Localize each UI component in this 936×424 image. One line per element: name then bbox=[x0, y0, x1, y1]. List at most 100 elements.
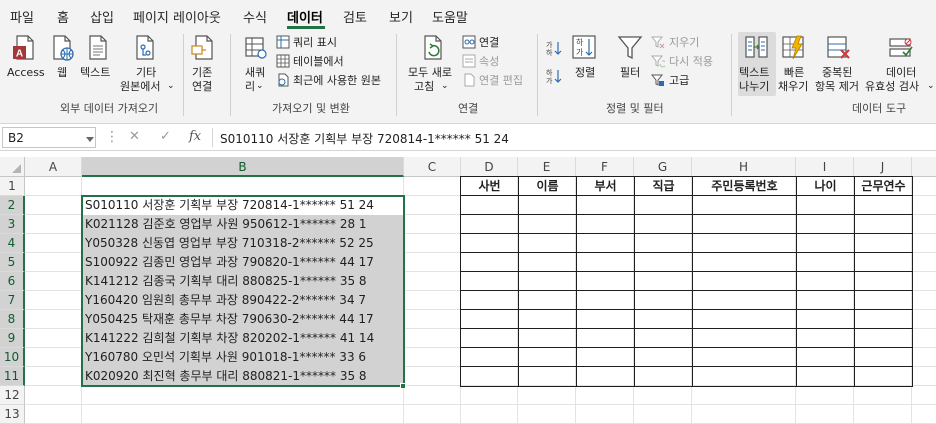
column-header-i[interactable]: I bbox=[796, 157, 854, 177]
cell-f1-header[interactable]: 부서 bbox=[577, 177, 634, 196]
row-header-11[interactable]: 11 bbox=[0, 367, 25, 386]
cell-b9[interactable]: K141222 김희철 기획부 차장 820202-1****** 41 14 bbox=[85, 329, 403, 348]
text-to-columns-label-2[interactable]: 나누기 bbox=[739, 80, 769, 93]
chevron-down-icon[interactable]: ⌄ bbox=[256, 80, 264, 93]
row-header-6[interactable]: 6 bbox=[0, 272, 25, 291]
other-sources-label-1[interactable]: 기타 bbox=[136, 66, 156, 79]
remove-duplicates-label-2[interactable]: 항목 제거 bbox=[815, 80, 859, 93]
text-to-columns-label-1[interactable]: 텍스트 bbox=[739, 66, 769, 79]
other-sources-label-2[interactable]: 원본에서 bbox=[120, 80, 160, 93]
cell-b3[interactable]: K021128 김준호 영업부 사원 950612-1****** 28 1 bbox=[85, 215, 403, 234]
row-header-1[interactable]: 1 bbox=[0, 177, 25, 196]
from-table-button[interactable]: 테이블에서 bbox=[293, 55, 344, 68]
row-header-5[interactable]: 5 bbox=[0, 253, 25, 272]
tab-view[interactable]: 보기 bbox=[389, 7, 413, 26]
svg-text:하: 하 bbox=[546, 68, 553, 77]
cell-b6[interactable]: K141212 김종국 기획부 대리 880825-1****** 35 8 bbox=[85, 272, 403, 291]
tab-help[interactable]: 도움말 bbox=[432, 7, 468, 26]
column-header-f[interactable]: F bbox=[576, 157, 634, 177]
cell-b11[interactable]: K020920 최진혁 총무부 대리 880821-1****** 35 8 bbox=[85, 367, 403, 386]
tab-page-layout[interactable]: 페이지 레이아웃 bbox=[133, 7, 221, 26]
name-box[interactable]: B2 bbox=[2, 127, 96, 148]
new-query-label-1[interactable]: 새쿼 bbox=[245, 66, 265, 79]
remove-duplicates-label-1[interactable]: 중복된 bbox=[822, 66, 852, 79]
cell-d1-header[interactable]: 사번 bbox=[461, 177, 518, 196]
tab-data[interactable]: 데이터 bbox=[287, 7, 323, 26]
filter-button[interactable]: 필터 bbox=[620, 66, 640, 79]
filter-icon bbox=[617, 36, 643, 60]
reapply-button: 다시 적용 bbox=[669, 55, 713, 68]
cell-b8[interactable]: Y050425 탁재훈 총무부 차장 790630-2****** 44 17 bbox=[85, 310, 403, 329]
column-header-e[interactable]: E bbox=[518, 157, 576, 177]
cell-b10[interactable]: Y160780 오민석 기획부 사원 901018-1****** 33 6 bbox=[85, 348, 403, 367]
cell-b7[interactable]: Y160420 임원희 총무부 과장 890422-2****** 34 7 bbox=[85, 291, 403, 310]
existing-connections-label-2[interactable]: 연결 bbox=[192, 80, 212, 93]
cell-b2[interactable]: S010110 서장훈 기획부 부장 720814-1****** 51 24 bbox=[85, 196, 403, 215]
recent-sources-icon bbox=[278, 73, 289, 87]
show-queries-button[interactable]: 쿼리 표시 bbox=[293, 36, 337, 49]
svg-text:가: 가 bbox=[546, 76, 553, 84]
column-header-h[interactable]: H bbox=[692, 157, 796, 177]
clear-filter-icon bbox=[651, 36, 665, 49]
column-header-g[interactable]: G bbox=[634, 157, 692, 177]
select-all-corner[interactable] bbox=[0, 157, 25, 177]
row-header-4[interactable]: 4 bbox=[0, 234, 25, 253]
tab-insert[interactable]: 삽입 bbox=[90, 7, 114, 26]
cell-b4[interactable]: Y050328 신동엽 영업부 부장 710318-2****** 52 25 bbox=[85, 234, 403, 253]
row-header-12[interactable]: 12 bbox=[0, 386, 25, 405]
chevron-down-icon[interactable]: ⌄ bbox=[927, 80, 935, 93]
refresh-all-label-1[interactable]: 모두 새로 bbox=[408, 66, 452, 79]
formula-input[interactable]: S010110 서장훈 기획부 부장 720814-1****** 51 24 bbox=[220, 130, 509, 147]
row-header-7[interactable]: 7 bbox=[0, 291, 25, 310]
advanced-button[interactable]: 고급 bbox=[669, 74, 689, 87]
row-header-10[interactable]: 10 bbox=[0, 348, 25, 367]
row-header-3[interactable]: 3 bbox=[0, 215, 25, 234]
column-header-d[interactable]: D bbox=[461, 157, 518, 177]
tab-file[interactable]: 파일 bbox=[10, 7, 34, 26]
column-header-c[interactable]: C bbox=[404, 157, 461, 177]
recent-sources-button[interactable]: 최근에 사용한 원본 bbox=[293, 74, 381, 87]
ribbon: A Access 웹 텍스트 기타 원본에서 ⌄ 기존 연결 외부 데이터 가져… bbox=[0, 30, 936, 124]
cell-i1-header[interactable]: 나이 bbox=[797, 177, 854, 196]
access-button-label[interactable]: Access bbox=[7, 66, 45, 79]
clear-button: 지우기 bbox=[669, 36, 700, 49]
chevron-down-icon[interactable]: ⌄ bbox=[167, 80, 175, 93]
column-header-a[interactable]: A bbox=[25, 157, 82, 177]
column-header-j[interactable]: J bbox=[854, 157, 912, 177]
chevron-down-icon[interactable] bbox=[86, 137, 94, 142]
row-header-8[interactable]: 8 bbox=[0, 310, 25, 329]
column-header-b[interactable]: B bbox=[82, 157, 404, 177]
tab-formulas[interactable]: 수식 bbox=[243, 7, 267, 26]
remove-duplicates-icon bbox=[827, 36, 850, 59]
cancel-icon[interactable]: ✕ bbox=[129, 129, 140, 144]
cell-g1-header[interactable]: 직급 bbox=[635, 177, 692, 196]
chevron-down-icon[interactable]: ⌄ bbox=[441, 80, 449, 93]
tab-review[interactable]: 검토 bbox=[343, 7, 367, 26]
data-validation-label-2[interactable]: 유효성 검사 bbox=[865, 80, 919, 93]
cell-e1-header[interactable]: 이름 bbox=[519, 177, 576, 196]
refresh-all-label-2[interactable]: 고침 bbox=[414, 80, 434, 93]
cell-b5[interactable]: S100922 김종민 영업부 과장 790820-1****** 44 17 bbox=[85, 253, 403, 272]
web-button-label[interactable]: 웹 bbox=[57, 66, 67, 79]
existing-connections-label-1[interactable]: 기존 bbox=[192, 66, 212, 79]
tab-home[interactable]: 홈 bbox=[57, 7, 69, 26]
cell-j1-header[interactable]: 근무연수 bbox=[855, 177, 912, 196]
row-header-9[interactable]: 9 bbox=[0, 329, 25, 348]
web-icon bbox=[53, 35, 74, 61]
cell-h1-header[interactable]: 주민등록번호 bbox=[693, 177, 796, 196]
confirm-icon[interactable]: ✓ bbox=[160, 129, 171, 144]
data-validation-label-1[interactable]: 데이터 bbox=[886, 66, 916, 79]
flash-fill-label-2[interactable]: 채우기 bbox=[778, 80, 808, 93]
connections-button[interactable]: 연결 bbox=[479, 36, 499, 49]
new-query-label-2[interactable]: 리 bbox=[245, 80, 255, 93]
flash-fill-label-1[interactable]: 빠른 bbox=[784, 66, 804, 79]
access-icon: A bbox=[13, 35, 34, 60]
text-file-icon bbox=[89, 35, 107, 60]
active-tab-indicator bbox=[287, 26, 325, 29]
row-header-13[interactable]: 13 bbox=[0, 405, 25, 424]
insert-function-icon[interactable]: fx bbox=[189, 129, 201, 144]
refresh-all-icon bbox=[424, 35, 442, 60]
text-button-label[interactable]: 텍스트 bbox=[80, 66, 110, 79]
row-header-2[interactable]: 2 bbox=[0, 196, 25, 215]
sort-button[interactable]: 정렬 bbox=[575, 66, 595, 79]
